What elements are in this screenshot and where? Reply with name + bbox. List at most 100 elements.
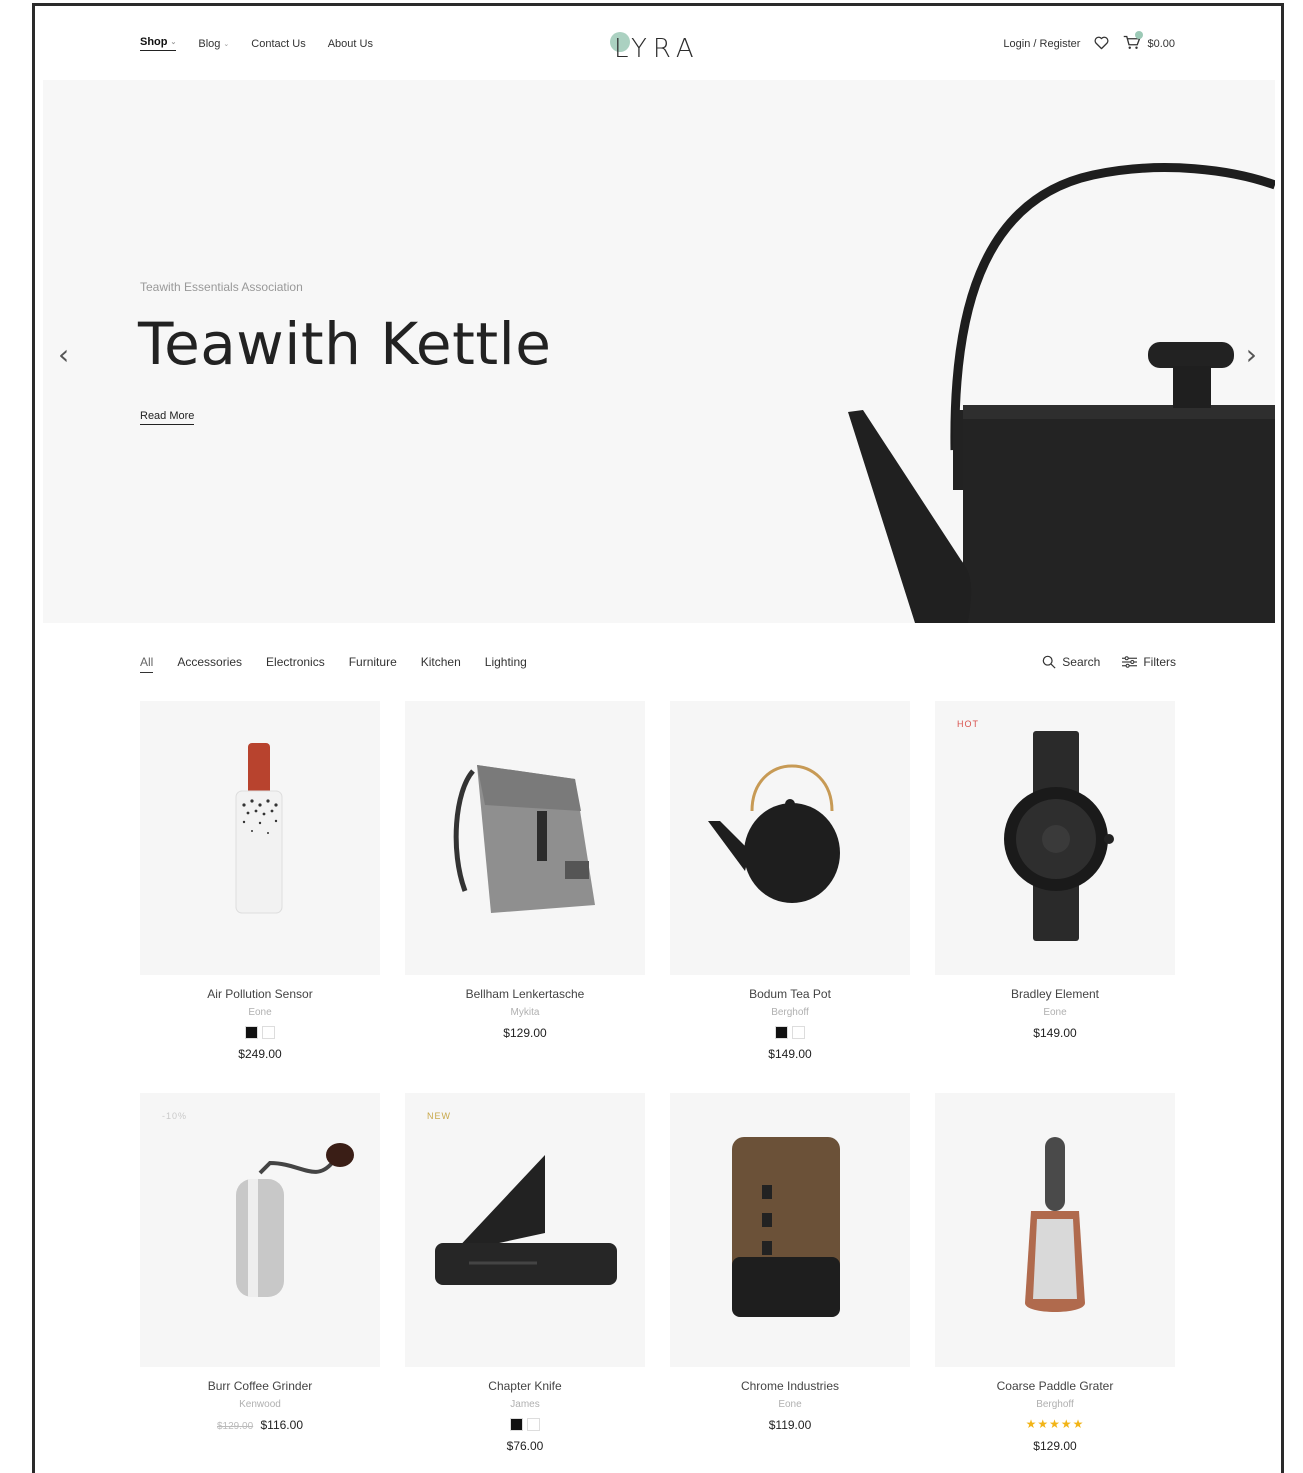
kettle-image: [848, 163, 1275, 623]
product-card: HOT Bradley Element Eone $149.00: [935, 701, 1175, 1040]
old-price: $129.00: [217, 1421, 254, 1432]
nav-item-label: About Us: [327, 37, 373, 50]
login-register-link[interactable]: Login / Register: [1003, 38, 1080, 50]
product-price: $129.00: [1033, 1439, 1077, 1453]
product-image[interactable]: -10%: [140, 1093, 380, 1367]
product-price: $129.00 $116.00: [140, 1418, 380, 1432]
product-name[interactable]: Chapter Knife: [405, 1379, 645, 1393]
grater-icon: [1025, 1137, 1085, 1312]
product-card: NEW Chapter Knife James $76.00: [405, 1093, 645, 1453]
product-price: $119.00: [768, 1418, 812, 1432]
page-frame: Shop ⌄ Blog ⌄ Contact Us About Us LYRA L…: [32, 3, 1284, 1473]
star-icon: ★: [1037, 1417, 1050, 1431]
search-button[interactable]: Search: [1042, 655, 1100, 669]
tab-all[interactable]: All: [140, 655, 154, 673]
search-icon: [1042, 655, 1056, 669]
filters-label: Filters: [1143, 655, 1176, 669]
product-image[interactable]: [405, 701, 645, 975]
sensor-icon: [235, 743, 283, 914]
color-swatches: [405, 1418, 645, 1431]
tab-lighting[interactable]: Lighting: [485, 655, 527, 673]
product-brand: Eone: [248, 1007, 272, 1018]
product-name[interactable]: Air Pollution Sensor: [140, 987, 380, 1001]
product-brand: Berghoff: [771, 1007, 809, 1018]
filter-tools: Search Filters: [1042, 655, 1176, 669]
read-more-link[interactable]: Read More: [140, 410, 195, 425]
product-price: $76.00: [506, 1439, 544, 1453]
swatch-white[interactable]: [262, 1026, 275, 1039]
swatch-white[interactable]: [527, 1418, 540, 1431]
hot-badge: HOT: [957, 719, 979, 729]
sale-price: $116.00: [260, 1418, 304, 1432]
watch-icon: [1004, 731, 1114, 941]
nav-item-label: Contact Us: [251, 37, 306, 50]
product-price: $149.00: [1033, 1026, 1077, 1040]
star-icon: ★: [1049, 1417, 1061, 1431]
swatch-black[interactable]: [245, 1026, 258, 1039]
product-image[interactable]: [140, 701, 380, 975]
site-logo[interactable]: LYRA: [608, 30, 718, 64]
knife-icon: [435, 1155, 617, 1285]
product-card: Bodum Tea Pot Berghoff $149.00: [670, 701, 910, 1061]
product-name[interactable]: Burr Coffee Grinder: [140, 1379, 380, 1393]
cart-count-badge: [1135, 31, 1144, 39]
sliders-icon: [1122, 656, 1138, 668]
product-image[interactable]: [935, 1093, 1175, 1367]
color-swatches: [140, 1026, 380, 1039]
product-image[interactable]: HOT: [935, 701, 1175, 975]
search-label: Search: [1062, 655, 1101, 669]
product-image[interactable]: [670, 1093, 910, 1367]
hero-slider: ‹ Teawith Essentials Association Teawith…: [43, 80, 1275, 623]
backpack-icon: [453, 765, 595, 913]
chevron-left-icon[interactable]: ‹: [58, 338, 69, 371]
sale-badge: -10%: [162, 1111, 188, 1121]
cart-total: $0.00: [1147, 38, 1175, 50]
product-brand: Mykita: [510, 1007, 540, 1018]
heart-icon[interactable]: [1094, 36, 1109, 53]
category-tabs: All Accessories Electronics Furniture Ki…: [140, 655, 1176, 673]
new-badge: NEW: [427, 1111, 451, 1121]
product-name[interactable]: Coarse Paddle Grater: [935, 1379, 1175, 1393]
hero-subtitle: Teawith Essentials Association: [140, 280, 303, 294]
product-brand: Berghoff: [1036, 1399, 1074, 1410]
product-image[interactable]: NEW: [405, 1093, 645, 1367]
product-name[interactable]: Bodum Tea Pot: [670, 987, 910, 1001]
product-name[interactable]: Bradley Element: [935, 987, 1175, 1001]
tab-electronics[interactable]: Electronics: [266, 655, 325, 673]
product-brand: James: [510, 1399, 540, 1410]
rating-stars: ★★★★★: [935, 1417, 1175, 1431]
swatch-black[interactable]: [510, 1418, 523, 1431]
product-image[interactable]: [670, 701, 910, 975]
star-icon: ★: [1025, 1417, 1038, 1431]
product-card: Bellham Lenkertasche Mykita $129.00: [405, 701, 645, 1040]
nav-item-label: Shop: [140, 36, 168, 48]
product-filter-bar: All Accessories Electronics Furniture Ki…: [140, 655, 1176, 679]
color-swatches: [670, 1026, 910, 1039]
grinder-icon: [236, 1143, 354, 1297]
product-price: $249.00: [238, 1047, 282, 1061]
product-price: $129.00: [503, 1026, 547, 1040]
chevron-down-icon: ⌄: [170, 39, 177, 46]
nav-item-shop[interactable]: Shop ⌄: [140, 36, 177, 51]
chevron-right-icon[interactable]: ›: [1246, 338, 1257, 371]
logo-text: LYRA: [614, 34, 700, 64]
product-brand: Kenwood: [239, 1399, 281, 1410]
product-name[interactable]: Bellham Lenkertasche: [405, 987, 645, 1001]
product-brand: Eone: [778, 1399, 802, 1410]
nav-item-blog[interactable]: Blog ⌄: [198, 36, 229, 51]
product-card: Chrome Industries Eone $119.00: [670, 1093, 910, 1432]
nav-item-about[interactable]: About Us: [328, 36, 373, 51]
product-name[interactable]: Chrome Industries: [670, 1379, 910, 1393]
chevron-down-icon: ⌄: [223, 40, 230, 48]
swatch-black[interactable]: [775, 1026, 788, 1039]
star-icon: ★: [1060, 1417, 1073, 1431]
swatch-white[interactable]: [792, 1026, 805, 1039]
product-card: Air Pollution Sensor Eone $249.00: [140, 701, 380, 1061]
filters-button[interactable]: Filters: [1122, 655, 1176, 669]
tab-kitchen[interactable]: Kitchen: [421, 655, 461, 673]
tab-accessories[interactable]: Accessories: [177, 655, 242, 673]
tab-furniture[interactable]: Furniture: [349, 655, 397, 673]
cart-button[interactable]: $0.00: [1123, 31, 1175, 53]
nav-item-contact[interactable]: Contact Us: [251, 36, 305, 51]
rolltop-bag-icon: [732, 1137, 840, 1317]
